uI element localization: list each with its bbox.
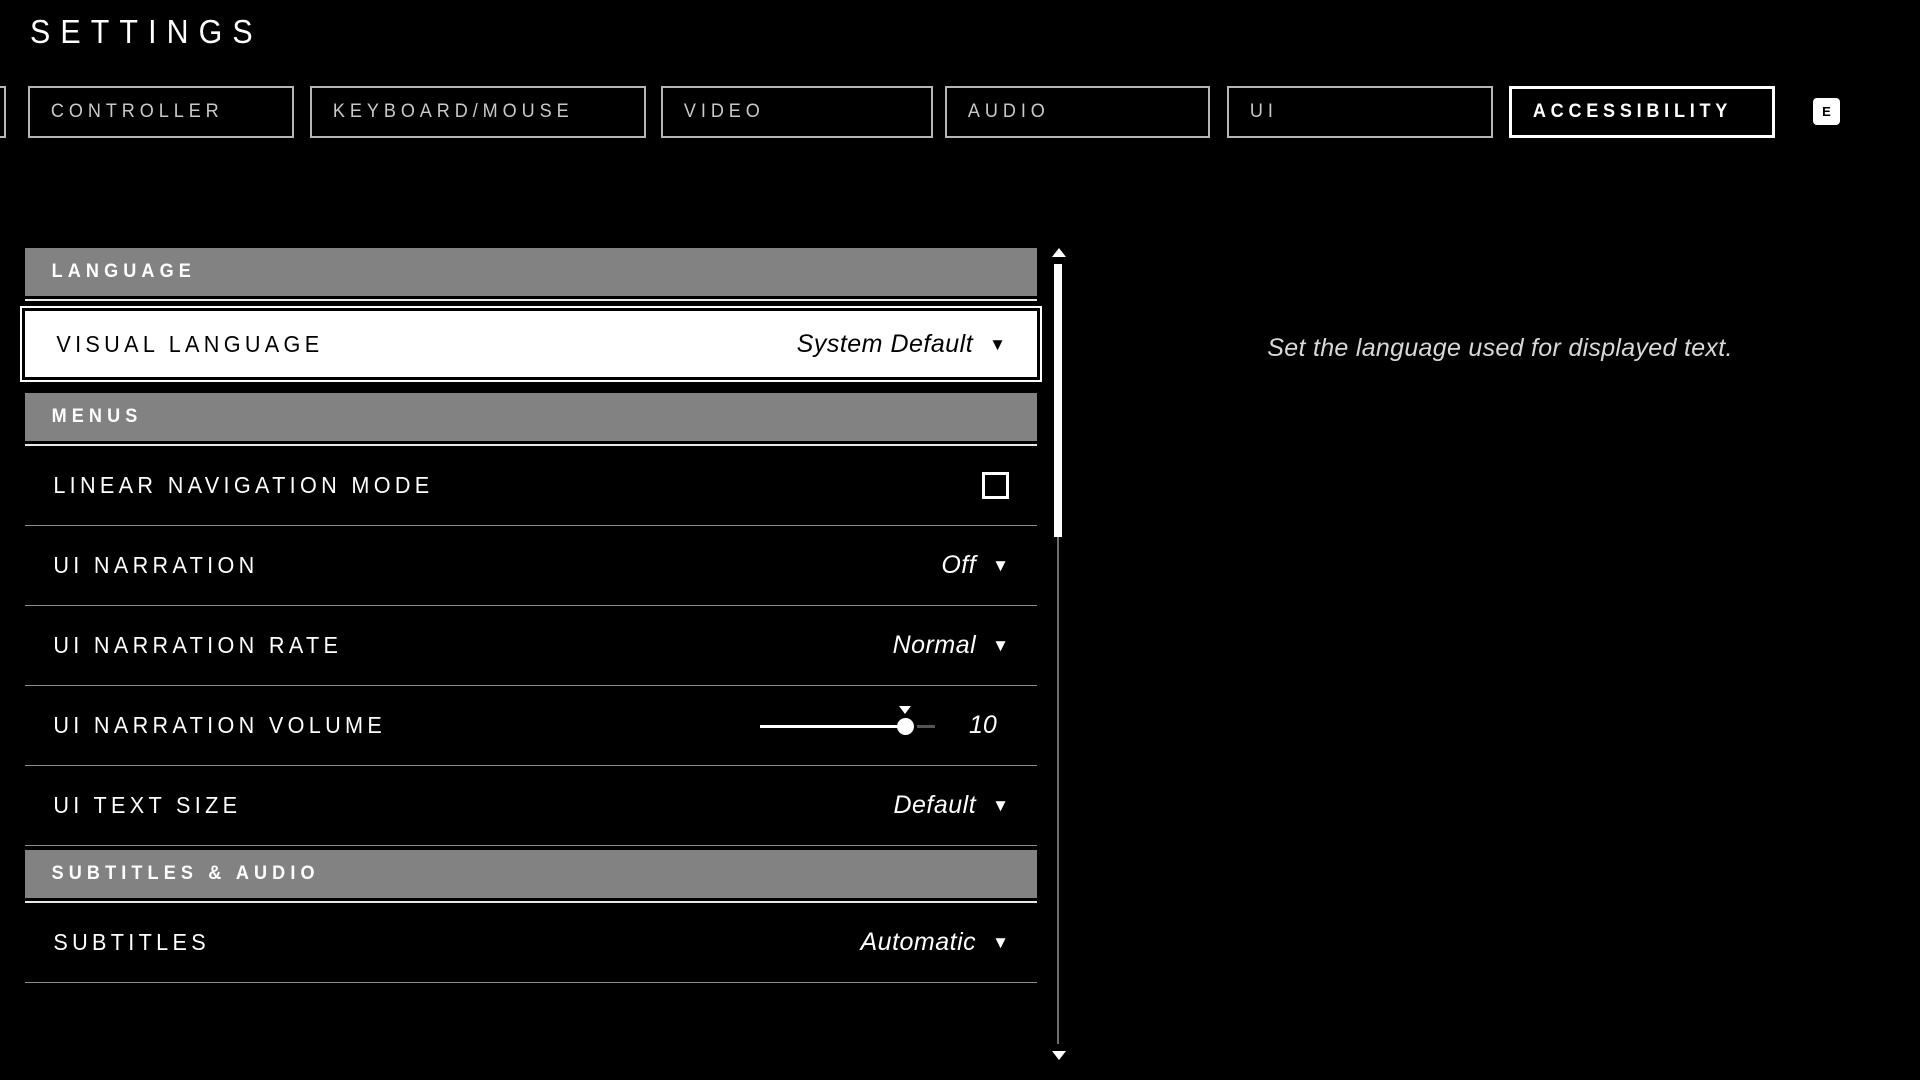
setting-label-ui-narration-volume: UI NARRATION VOLUME [53,712,387,738]
chevron-down-icon[interactable]: ▼ [989,336,1006,353]
scrollbar-thumb[interactable] [1054,264,1062,537]
tab-video[interactable]: VIDEO [661,86,933,138]
setting-row-subtitles[interactable]: SUBTITLES Automatic ▼ [25,903,1037,983]
setting-label-ui-narration-rate: UI NARRATION RATE [53,632,343,658]
tab-accessibility[interactable]: ACCESSIBILITY [1509,86,1775,138]
tab-overflow-stub[interactable] [0,86,6,138]
tab-audio[interactable]: AUDIO [945,86,1210,138]
setting-label-ui-narration: UI NARRATION [53,552,259,578]
slider-knob[interactable] [897,717,914,735]
scroll-down-arrow-icon[interactable] [1052,1051,1066,1060]
chevron-down-icon[interactable]: ▼ [992,637,1009,654]
setting-value-subtitles: Automatic [860,928,977,956]
key-hint-e[interactable]: E [1813,98,1840,125]
tab-bar: CONTROLLER KEYBOARD/MOUSE VIDEO AUDIO UI ACCE… [0,86,1920,138]
tab-controller[interactable]: CONTROLLER [28,86,294,138]
setting-label-subtitles: SUBTITLES [53,929,210,955]
slider-track-filled [760,724,905,728]
setting-description: Set the language used for displayed text… [1267,334,1733,362]
section-language: LANGUAGE VISUAL LANGUAGE System Default ▼ [25,248,1037,377]
setting-control-ui-narration-volume[interactable]: 10 [760,705,1035,740]
tab-label-controller: CONTROLLER [50,101,224,122]
slider-wrap-ui-narration-volume[interactable]: 10 [760,705,1009,740]
setting-row-ui-narration-rate[interactable]: UI NARRATION RATE Normal ▼ [25,606,1037,686]
tab-label-accessibility: ACCESSIBILITY [1532,101,1733,122]
setting-row-ui-text-size[interactable]: UI TEXT SIZE Default ▼ [25,766,1037,846]
setting-row-linear-navigation-mode[interactable]: LINEAR NAVIGATION MODE [25,446,1037,526]
setting-control-visual-language[interactable]: System Default ▼ [792,330,1032,359]
tab-label-audio: AUDIO [967,101,1050,122]
tab-ui[interactable]: UI [1227,86,1493,138]
chevron-down-icon[interactable]: ▼ [992,934,1009,951]
section-header-label: LANGUAGE [51,261,196,282]
tab-label-ui: UI [1249,101,1278,122]
slider-track-remainder [917,724,935,728]
setting-control-ui-narration-rate[interactable]: Normal ▼ [795,631,1035,660]
section-header-label: SUBTITLES & AUDIO [51,863,320,884]
section-header-menus: MENUS [25,393,1037,441]
setting-value-visual-language: System Default [796,329,974,358]
checkbox-linear-navigation-mode[interactable] [982,472,1009,499]
partially-visible-next-row [25,1048,1037,1078]
setting-control-ui-text-size[interactable]: Default ▼ [795,791,1035,820]
setting-value-ui-narration-rate: Normal [892,631,977,659]
tab-label-video: VIDEO [683,101,765,122]
section-header-label: MENUS [51,406,143,427]
setting-control-linear-navigation-mode[interactable] [795,472,1035,499]
setting-label-linear-navigation-mode: LINEAR NAVIGATION MODE [53,472,434,498]
section-header-subtitles-audio: SUBTITLES & AUDIO [25,850,1037,898]
page-title: SETTINGS [30,13,263,50]
tab-label-keyboard-mouse: KEYBOARD/MOUSE [332,101,574,122]
setting-value-ui-narration: Off [941,551,977,579]
slider-value-ui-narration-volume: 10 [969,711,997,739]
setting-control-subtitles[interactable]: Automatic ▼ [795,928,1035,957]
tab-keyboard-mouse[interactable]: KEYBOARD/MOUSE [310,86,646,138]
slider-marker-icon [899,705,911,714]
setting-row-ui-narration[interactable]: UI NARRATION Off ▼ [25,526,1037,606]
section-menus: MENUS LINEAR NAVIGATION MODE UI NARRATION O… [25,393,1037,846]
setting-control-ui-narration[interactable]: Off ▼ [795,551,1035,580]
setting-label-ui-text-size: UI TEXT SIZE [53,792,242,818]
setting-row-visual-language[interactable]: VISUAL LANGUAGE System Default ▼ [25,311,1037,377]
setting-row-ui-narration-volume[interactable]: UI NARRATION VOLUME 10 [25,686,1037,766]
section-subtitles-audio: SUBTITLES & AUDIO SUBTITLES Automatic ▼ [25,850,1037,983]
title-ghost-artifact [300,14,490,54]
section-header-language: LANGUAGE [25,248,1037,296]
settings-list: LANGUAGE VISUAL LANGUAGE System Default ▼ ME… [25,248,1037,987]
setting-label-visual-language: VISUAL LANGUAGE [56,330,324,357]
settings-scrollbar[interactable] [1048,248,1070,1060]
chevron-down-icon[interactable]: ▼ [992,557,1009,574]
slider-ui-narration-volume[interactable] [760,705,935,739]
settings-screen: SETTINGS CONTROLLER KEYBOARD/MOUSE VIDEO AU… [0,0,1920,1080]
chevron-down-icon[interactable]: ▼ [992,797,1009,814]
setting-value-ui-text-size: Default [893,791,977,819]
section-divider [25,299,1037,301]
scroll-up-arrow-icon[interactable] [1052,248,1066,257]
